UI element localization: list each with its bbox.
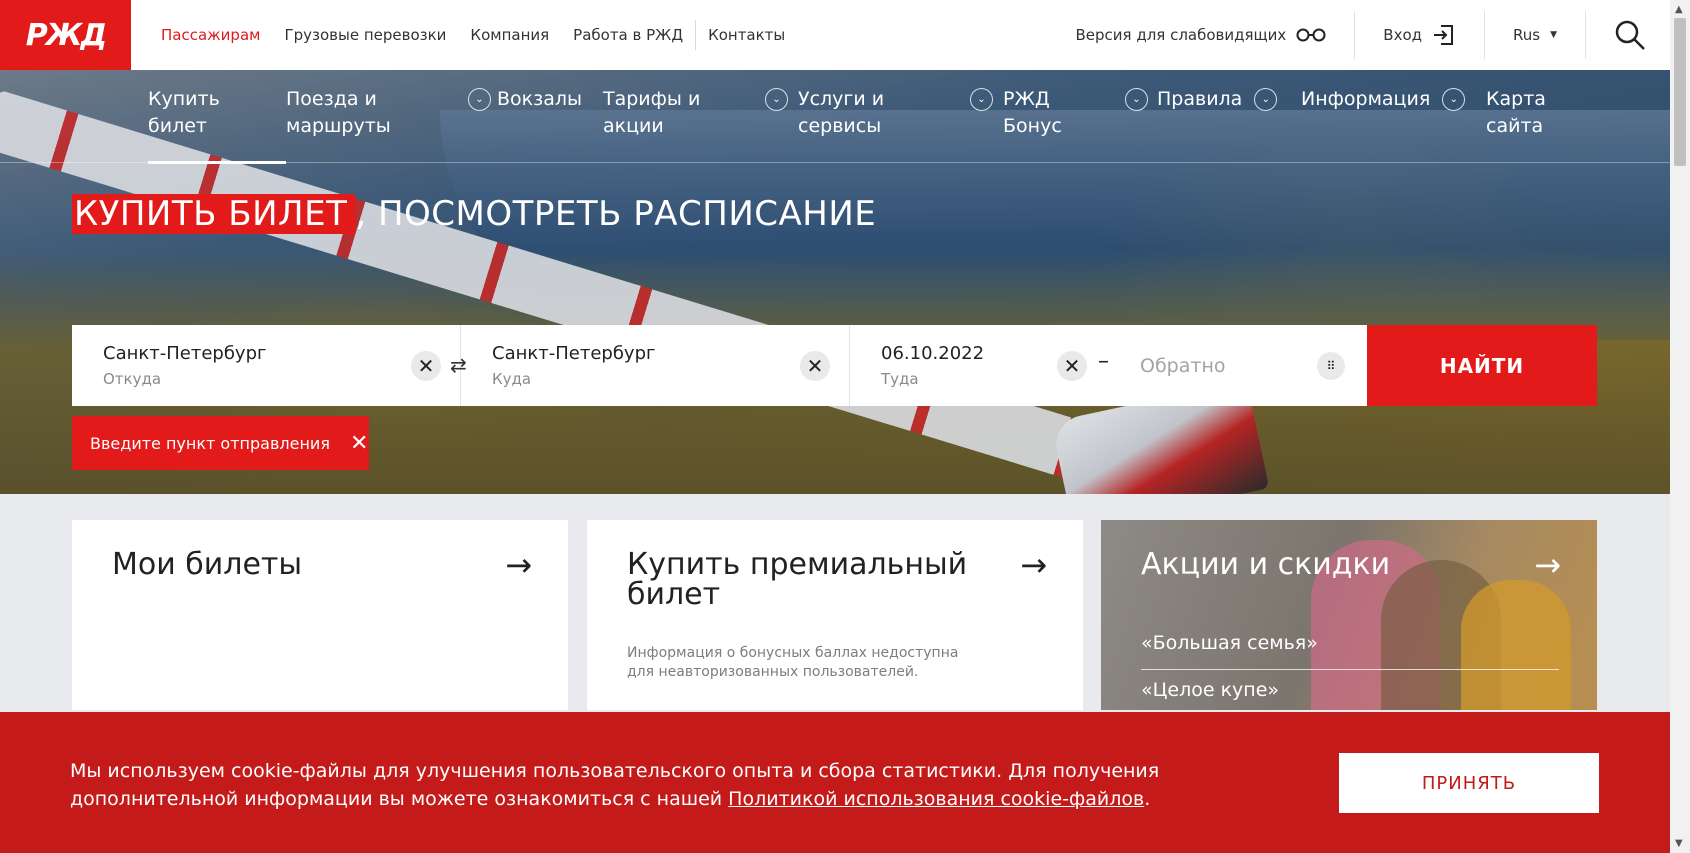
top-right-tools: Версия для слабовидящих Вход Rus ▼ [1048,0,1671,70]
main-nav-information[interactable]: Информация ⌄ [1301,70,1486,163]
top-nav: Пассажирам Грузовые перевозки Компания Р… [149,20,797,50]
hero-banner: Купить билет Поезда и маршруты ⌄ Вокзалы Т… [0,70,1670,494]
chevron-down-icon[interactable]: ⌄ [1254,88,1278,111]
clear-to-icon[interactable]: ✕ [800,351,830,381]
cookie-banner: Мы используем cookie-файлы для улучшения… [0,712,1670,853]
chevron-down-icon[interactable]: ⌄ [1442,88,1466,111]
cookie-policy-link[interactable]: Политикой использования cookie-файлов [728,788,1144,810]
main-nav-trains-routes[interactable]: Поезда и маршруты ⌄ [286,70,497,163]
cookie-text: Мы используем cookie-файлы для улучшения… [70,757,1280,813]
error-message: Введите пункт отправления [90,433,330,453]
scrollbar-thumb[interactable] [1674,18,1686,166]
page-scrollbar[interactable]: ▲ ▼ [1670,0,1690,853]
date-range-dash: – [1098,349,1109,374]
card-title: Купить премиальный билет [627,547,968,612]
return-date-input[interactable]: Обратно [1140,355,1226,377]
top-nav-freight[interactable]: Грузовые перевозки [272,26,458,44]
accessibility-button[interactable]: Версия для слабовидящих [1048,11,1356,59]
clear-from-icon[interactable]: ✕ [411,351,441,381]
main-nav-label: Купить билет [148,88,220,137]
scroll-up-icon[interactable]: ▲ [1675,4,1683,15]
find-button[interactable]: НАЙТИ [1367,325,1597,406]
main-nav-label: Информация [1301,88,1431,110]
date-there-label: Туда [881,370,919,388]
main-nav-label: Поезда и маршруты [286,88,391,137]
promo-link-big-family[interactable]: «Большая семья» [1141,632,1318,654]
login-label: Вход [1383,26,1422,44]
main-nav-label: Тарифы и акции [603,88,701,137]
top-bar: РЖД Пассажирам Грузовые перевозки Компан… [0,0,1670,70]
main-nav-label: Вокзалы [497,88,583,110]
main-nav-rzd-bonus[interactable]: РЖД Бонус ⌄ [1003,70,1157,163]
swap-direction-icon[interactable]: ⇄ [450,353,467,377]
search-icon [1615,20,1645,50]
top-nav-careers[interactable]: Работа в РЖД [561,26,695,44]
search-button[interactable] [1586,11,1670,59]
main-nav-buy-ticket[interactable]: Купить билет [148,70,286,164]
login-button[interactable]: Вход [1355,11,1485,59]
card-title: Мои билеты [112,547,303,582]
premium-ticket-card[interactable]: Купить премиальный билет → Информация о … [587,520,1083,710]
clear-date-icon[interactable]: ✕ [1057,351,1087,381]
promo-photo-mother [1461,580,1571,710]
chevron-down-icon[interactable]: ⌄ [970,88,993,111]
my-tickets-card[interactable]: Мои билеты → [72,520,568,710]
card-title: Акции и скидки [1141,547,1391,582]
to-field[interactable]: Санкт-Петербург Куда ✕ [461,325,850,406]
language-select[interactable]: Rus ▼ [1485,11,1586,59]
bonus-info-note: Информация о бонусных баллах недоступна … [627,645,959,680]
date-there-value: 06.10.2022 [881,343,985,364]
to-value: Санкт-Петербург [492,343,656,364]
scroll-down-icon[interactable]: ▼ [1675,838,1683,849]
chevron-down-icon[interactable]: ⌄ [1125,88,1148,111]
main-nav-rules[interactable]: Правила ⌄ [1157,70,1301,163]
from-field[interactable]: Санкт-Петербург Откуда ✕ [72,325,461,406]
promo-divider [1141,669,1559,670]
main-nav-label: РЖД Бонус [1003,88,1062,137]
top-nav-contacts[interactable]: Контакты [696,26,797,44]
calendar-icon[interactable]: ⠿ [1317,352,1345,380]
main-nav-sitemap[interactable]: Карта сайта [1486,70,1576,163]
top-nav-company[interactable]: Компания [458,26,561,44]
arrow-right-icon[interactable]: → [505,546,532,584]
arrow-right-icon[interactable]: → [1534,546,1561,584]
headline-rest: , ПОСМОТРЕТЬ РАСПИСАНИЕ [355,194,877,234]
to-label: Куда [492,370,532,388]
chevron-down-icon[interactable]: ⌄ [765,88,788,111]
accessibility-label: Версия для слабовидящих [1075,26,1287,44]
arrow-right-icon[interactable]: → [1020,546,1047,584]
rzd-logo[interactable]: РЖД [0,0,131,70]
promo-link-whole-compartment[interactable]: «Целое купе» [1141,679,1279,701]
top-nav-passengers[interactable]: Пассажирам [149,26,272,44]
chevron-down-icon[interactable]: ⌄ [468,88,491,111]
main-nav-label: Карта сайта [1486,88,1546,137]
main-nav-label: Услуги и сервисы [798,88,885,137]
main-nav-services[interactable]: Услуги и сервисы ⌄ [798,70,1003,163]
main-nav-label: Правила [1157,88,1243,110]
rzd-logo-text: РЖД [25,17,107,53]
ticket-search-form: Санкт-Петербург Откуда ✕ ⇄ Санкт-Петербу… [72,325,1597,406]
from-value: Санкт-Петербург [103,343,267,364]
validation-error-tooltip: Введите пункт отправления ✕ [72,416,369,470]
accept-cookies-button[interactable]: ПРИНЯТЬ [1339,753,1599,813]
login-icon [1434,25,1453,45]
language-label: Rus [1513,26,1541,44]
page-headline: КУПИТЬ БИЛЕТ, ПОСМОТРЕТЬ РАСПИСАНИЕ [72,194,876,234]
from-label: Откуда [103,370,162,388]
main-nav: Купить билет Поезда и маршруты ⌄ Вокзалы Т… [0,70,1670,164]
glasses-icon [1296,28,1326,42]
headline-highlight: КУПИТЬ БИЛЕТ [72,194,356,234]
main-nav-stations[interactable]: Вокзалы [497,70,603,163]
caret-down-icon: ▼ [1550,30,1557,40]
promotions-card[interactable]: Акции и скидки → «Большая семья» «Целое … [1101,520,1597,710]
close-icon[interactable]: ✕ [350,431,368,456]
main-nav-tariffs[interactable]: Тарифы и акции ⌄ [603,70,798,163]
cookie-message-end: . [1144,788,1151,810]
